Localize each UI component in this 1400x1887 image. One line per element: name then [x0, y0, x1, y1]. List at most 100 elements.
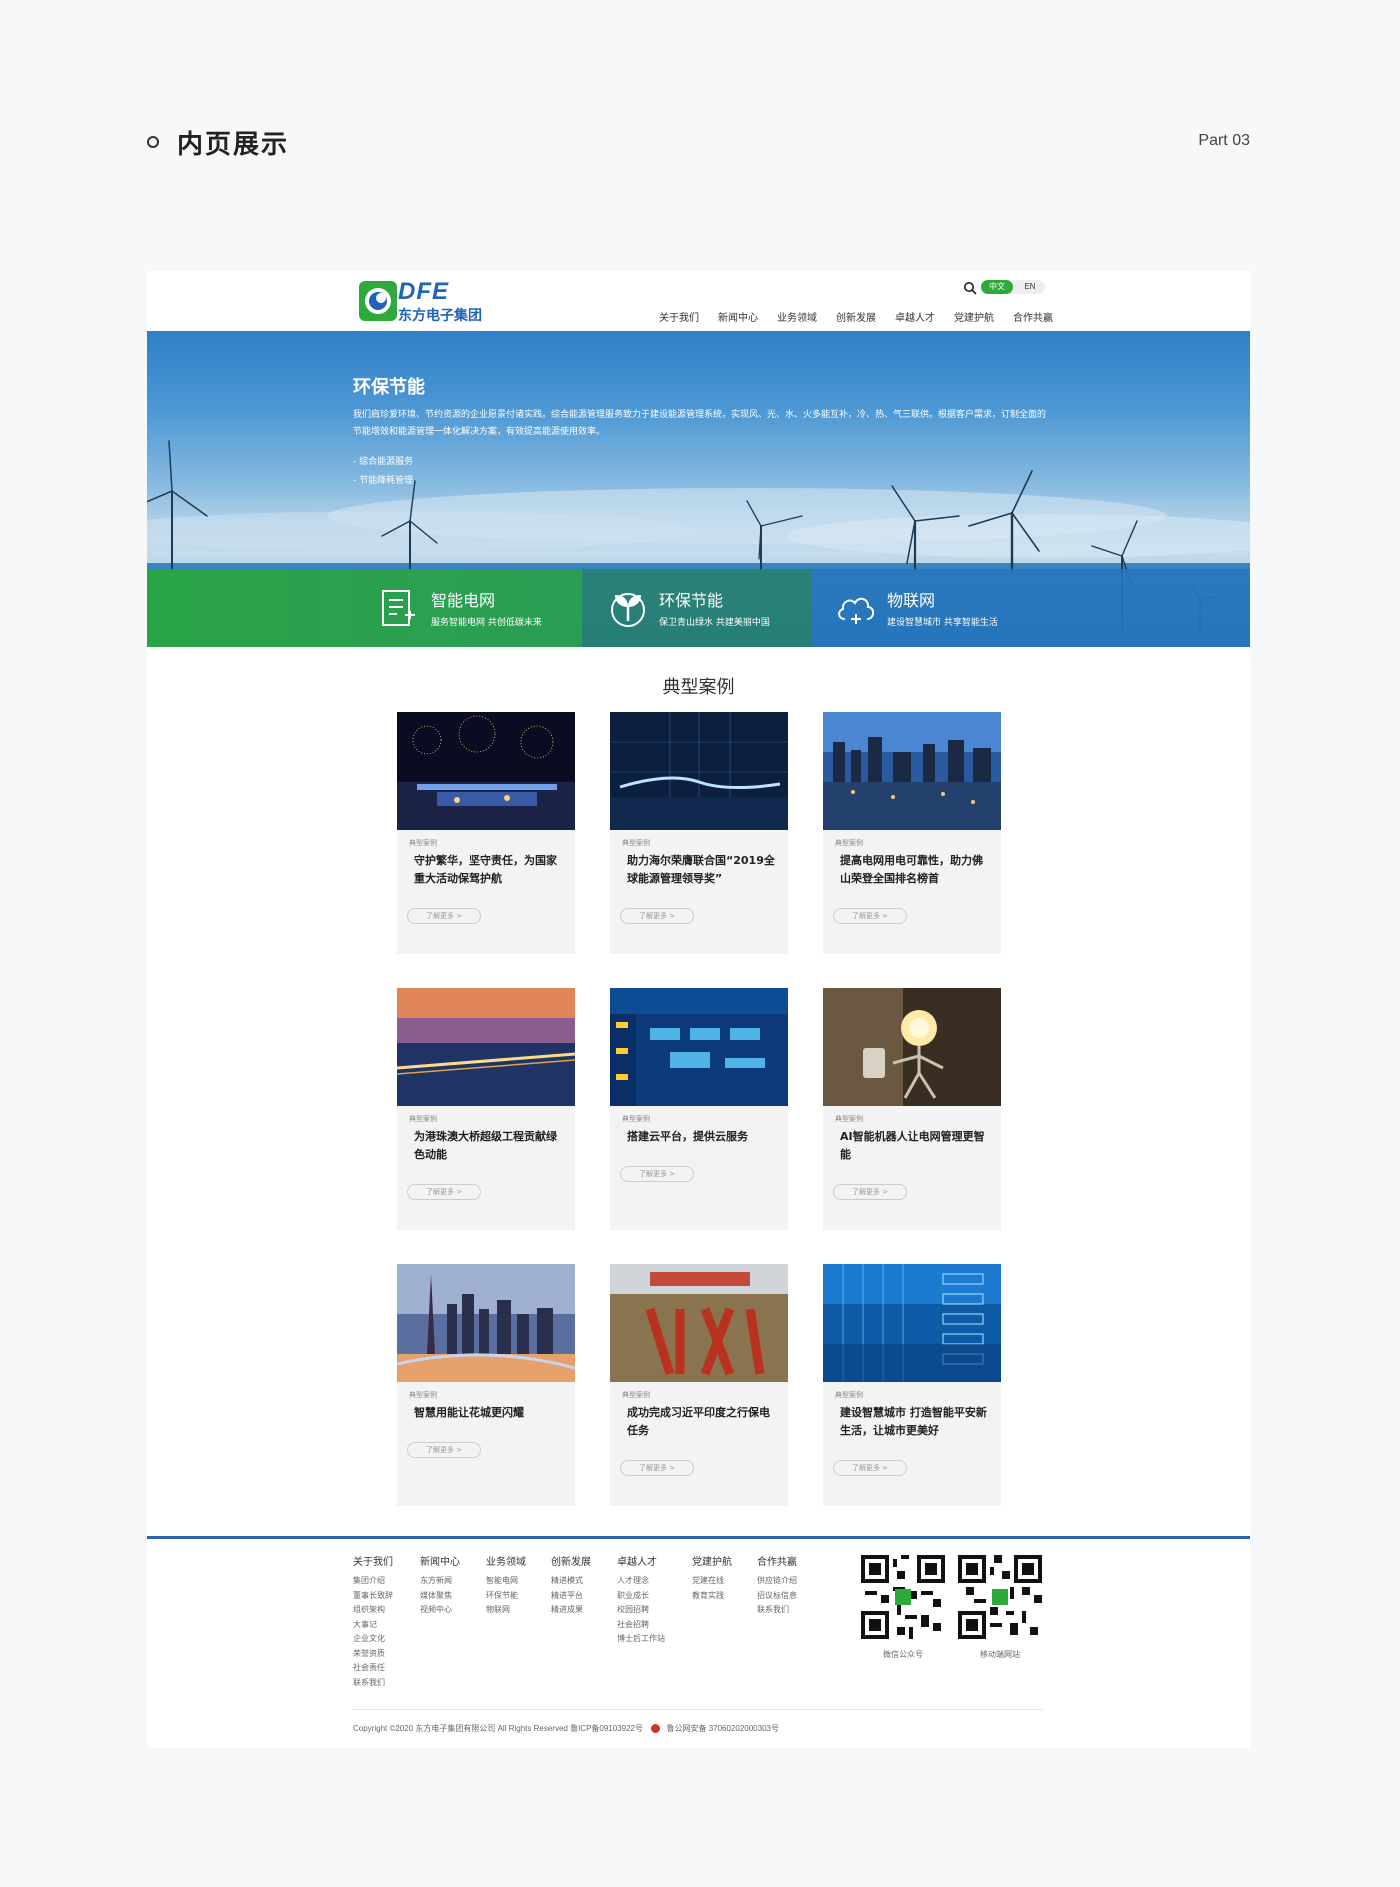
nav-item-about[interactable]: 关于我们 — [659, 309, 699, 324]
learn-more-button[interactable]: 了解更多 > — [833, 1184, 907, 1200]
nav-item-innovation[interactable]: 创新发展 — [836, 309, 876, 324]
footer-link[interactable]: 教育实践 — [692, 1589, 732, 1604]
case-title[interactable]: 为港珠澳大桥超级工程贡献绿色动能 — [414, 1128, 564, 1164]
footer-link[interactable]: 社会招聘 — [617, 1618, 665, 1633]
footer-link[interactable]: 精进成果 — [551, 1603, 591, 1618]
footer-link[interactable]: 校园招聘 — [617, 1603, 665, 1618]
footer-column-title[interactable]: 创新发展 — [551, 1553, 591, 1568]
case-card[interactable]: 典型案例 搭建云平台，提供云服务 了解更多 > — [610, 988, 788, 1230]
footer-link[interactable]: 招议标信息 — [757, 1589, 797, 1604]
case-title[interactable]: 提高电网用电可靠性，助力佛山荣登全国排名榜首 — [840, 852, 990, 888]
footer-link[interactable]: 党建在线 — [692, 1574, 732, 1589]
case-title[interactable]: 守护繁华，坚守责任，为国家重大活动保驾护航 — [414, 852, 564, 888]
case-title[interactable]: 智慧用能让花城更闪耀 — [414, 1404, 564, 1422]
case-tag: 典型案例 — [622, 1391, 650, 1399]
case-card[interactable]: 典型案例 智慧用能让花城更闪耀 了解更多 > — [397, 1264, 575, 1506]
case-title[interactable]: 成功完成习近平印度之行保电任务 — [627, 1404, 777, 1440]
footer-link[interactable]: 组织架构 — [353, 1603, 393, 1618]
feature-subtitle: 服务智能电网 共创低碳未来 — [431, 618, 542, 628]
learn-more-button[interactable]: 了解更多 > — [833, 908, 907, 924]
case-title[interactable]: 助力海尔荣膺联合国“2019全球能源管理领导奖” — [627, 852, 777, 888]
case-card[interactable]: 典型案例 守护繁华，坚守责任，为国家重大活动保驾护航 了解更多 > — [397, 712, 575, 954]
footer-link[interactable]: 媒体聚焦 — [420, 1589, 460, 1604]
footer-link[interactable]: 职业成长 — [617, 1589, 665, 1604]
bullet-circle-icon — [147, 136, 159, 148]
nav-item-business[interactable]: 业务领域 — [777, 309, 817, 324]
footer-link[interactable]: 社会责任 — [353, 1661, 393, 1676]
footer-link[interactable]: 联系我们 — [353, 1676, 393, 1691]
presentation-title: 内页展示 — [177, 130, 290, 160]
learn-more-button[interactable]: 了解更多 > — [833, 1460, 907, 1476]
nav-item-news[interactable]: 新闻中心 — [718, 309, 758, 324]
case-card[interactable]: 典型案例 建设智慧城市 打造智能平安新生活，让城市更美好 了解更多 > — [823, 1264, 1001, 1506]
case-title[interactable]: AI智能机器人让电网管理更智能 — [840, 1128, 990, 1164]
case-title[interactable]: 搭建云平台，提供云服务 — [627, 1128, 777, 1146]
cloud-plug-icon — [838, 597, 875, 624]
footer-link[interactable]: 集团介绍 — [353, 1574, 393, 1589]
case-card[interactable]: 典型案例 为港珠澳大桥超级工程贡献绿色动能 了解更多 > — [397, 988, 575, 1230]
feature-title: 智能电网 — [431, 591, 496, 610]
site-logo[interactable]: DFE 东方电子集团 — [358, 278, 498, 324]
nav-item-talent[interactable]: 卓越人才 — [895, 309, 935, 324]
case-card[interactable]: 典型案例 提高电网用电可靠性，助力佛山荣登全国排名榜首 了解更多 > — [823, 712, 1001, 954]
footer-column-title[interactable]: 党建护航 — [692, 1553, 732, 1568]
footer-column-title[interactable]: 卓越人才 — [617, 1553, 665, 1568]
logo-text-cn: 东方电子集团 — [398, 308, 482, 324]
footer-link[interactable]: 精进模式 — [551, 1574, 591, 1589]
footer-link[interactable]: 供应链介绍 — [757, 1574, 797, 1589]
footer-link[interactable]: 博士后工作站 — [617, 1632, 665, 1647]
lang-en-button[interactable]: EN — [1017, 280, 1043, 294]
footer-divider — [353, 1709, 1043, 1710]
case-title[interactable]: 建设智慧城市 打造智能平安新生活，让城市更美好 — [840, 1404, 990, 1440]
footer-link[interactable]: 大事记 — [353, 1618, 393, 1633]
mobile-site-qr-label: 移动端网站 — [980, 1650, 1020, 1659]
feature-eco-energy[interactable]: 环保节能 保卫青山绿水 共建美丽中国 — [607, 569, 807, 647]
learn-more-button[interactable]: 了解更多 > — [620, 908, 694, 924]
footer-link[interactable]: 精进平台 — [551, 1589, 591, 1604]
footer-link[interactable]: 物联网 — [486, 1603, 526, 1618]
footer-column-title[interactable]: 合作共赢 — [757, 1553, 797, 1568]
search-icon[interactable] — [963, 281, 977, 295]
footer-column-news: 新闻中心 东方新闻 媒体聚焦 视频中心 — [420, 1553, 460, 1618]
nav-item-cooperation[interactable]: 合作共赢 — [1013, 309, 1053, 324]
fireworks-image — [397, 712, 575, 830]
mobile-site-qr-code-icon — [958, 1555, 1042, 1639]
copyright-text: Copyright ©2020 东方电子集团有限公司 All Rights Re… — [353, 1723, 779, 1734]
feature-smart-grid[interactable]: 智能电网 服务智能电网 共创低碳未来 — [379, 569, 579, 647]
nav-item-party[interactable]: 党建护航 — [954, 309, 994, 324]
learn-more-button[interactable]: 了解更多 > — [620, 1166, 694, 1182]
learn-more-button[interactable]: 了解更多 > — [407, 908, 481, 924]
police-record[interactable]: 鲁公网安备 37060202000303号 — [666, 1724, 779, 1733]
banner-list-item[interactable]: - 节能降耗管理 — [353, 472, 413, 491]
learn-more-button[interactable]: 了解更多 > — [407, 1184, 481, 1200]
footer-link[interactable]: 智能电网 — [486, 1574, 526, 1589]
footer-link[interactable]: 荣誉资质 — [353, 1647, 393, 1662]
main-nav: 关于我们 新闻中心 业务领域 创新发展 卓越人才 党建护航 合作共赢 — [659, 309, 1072, 324]
case-card[interactable]: 典型案例 成功完成习近平印度之行保电任务 了解更多 > — [610, 1264, 788, 1506]
footer-link[interactable]: 东方新闻 — [420, 1574, 460, 1589]
case-tag: 典型案例 — [622, 839, 650, 847]
case-card[interactable]: 典型案例 助力海尔荣膺联合国“2019全球能源管理领导奖” 了解更多 > — [610, 712, 788, 954]
learn-more-button[interactable]: 了解更多 > — [620, 1460, 694, 1476]
footer-link[interactable]: 联系我们 — [757, 1603, 797, 1618]
banner-service-list: - 综合能源服务 - 节能降耗管理 — [353, 453, 413, 491]
footer-column-title[interactable]: 新闻中心 — [420, 1553, 460, 1568]
footer-link[interactable]: 董事长致辞 — [353, 1589, 393, 1604]
footer-link[interactable]: 企业文化 — [353, 1632, 393, 1647]
feature-iot[interactable]: 物联网 建设智慧城市 共享智能生活 — [835, 569, 1055, 647]
lang-cn-button[interactable]: 中文 — [981, 280, 1013, 294]
footer-column-party: 党建护航 党建在线 教育实践 — [692, 1553, 732, 1603]
sea-bridge-image — [397, 988, 575, 1106]
footer-link[interactable]: 人才理念 — [617, 1574, 665, 1589]
footer-link[interactable]: 视频中心 — [420, 1603, 460, 1618]
case-tag: 典型案例 — [835, 1115, 863, 1123]
learn-more-button[interactable]: 了解更多 > — [407, 1442, 481, 1458]
case-tag: 典型案例 — [409, 839, 437, 847]
footer-column-title[interactable]: 业务领域 — [486, 1553, 526, 1568]
case-tag: 典型案例 — [409, 1391, 437, 1399]
footer-column-title[interactable]: 关于我们 — [353, 1553, 393, 1568]
footer-link[interactable]: 环保节能 — [486, 1589, 526, 1604]
banner-list-item[interactable]: - 综合能源服务 — [353, 453, 413, 472]
canton-tower-image — [397, 1264, 575, 1382]
case-card[interactable]: 典型案例 AI智能机器人让电网管理更智能 了解更多 > — [823, 988, 1001, 1230]
